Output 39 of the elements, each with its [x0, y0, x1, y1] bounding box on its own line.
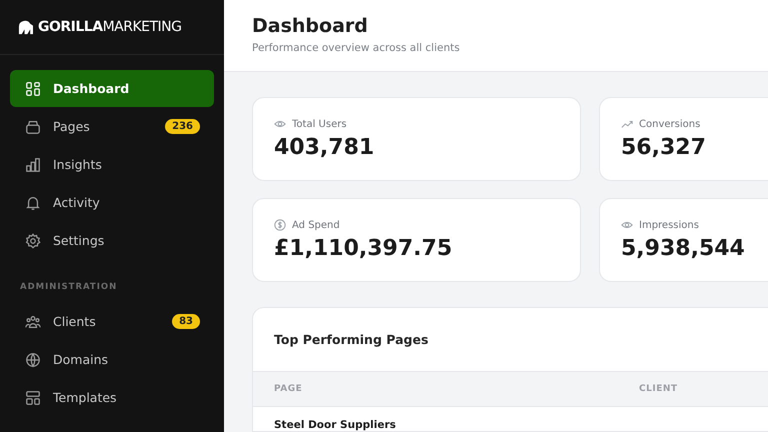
table-cell-text: Steel Door Suppliers [274, 419, 397, 431]
sidebar-item[interactable]: Domains [10, 341, 214, 378]
sidebar-item[interactable]: Dashboard [10, 70, 214, 107]
sidebar-item[interactable]: Pages 236 [10, 108, 214, 145]
column-header: PAGE [274, 384, 304, 394]
stat-value: £1,110,397.75 [274, 236, 454, 261]
sidebar-item[interactable]: Templates [10, 379, 214, 416]
gear-icon [25, 232, 41, 248]
bell-icon [25, 194, 41, 210]
stat-label: Impressions [639, 220, 699, 230]
stat-value: 56,327 [621, 135, 707, 160]
count-badge: 236 [165, 119, 200, 134]
stat-label: Total Users [292, 118, 347, 130]
page-subtitle: Performance overview across all clients [252, 42, 461, 54]
grid-icon [25, 80, 41, 96]
people-icon [25, 314, 41, 330]
eye-icon [621, 219, 633, 231]
sidebar-item[interactable]: Insights [10, 146, 214, 183]
brand-name: GORILLAMARKETING [38, 19, 182, 35]
stat-value: 403,781 [274, 135, 376, 160]
eye-icon [274, 118, 286, 130]
section-label: ADMINISTRATION [19, 281, 118, 294]
table-title: Top Performing Pages [273, 331, 430, 349]
globe-icon [25, 352, 41, 368]
sidebar-item[interactable]: Activity [10, 184, 214, 221]
coin-icon [274, 219, 286, 231]
sidebar-item[interactable]: Settings [10, 222, 214, 259]
stat-label: Ad Spend [292, 220, 340, 230]
stat-label: Conversions [639, 118, 700, 130]
bars-icon [25, 156, 41, 172]
layout-icon [25, 390, 41, 406]
stat-value: 5,938,544 [621, 236, 746, 261]
page-title: Dashboard [252, 15, 369, 37]
count-badge: 83 [172, 314, 200, 329]
gorilla-logo-icon [16, 20, 35, 34]
stack-icon [25, 118, 41, 134]
sidebar-item[interactable]: Clients 83 [10, 303, 214, 340]
column-header: CLIENT [639, 384, 678, 394]
trend-icon [621, 118, 633, 130]
